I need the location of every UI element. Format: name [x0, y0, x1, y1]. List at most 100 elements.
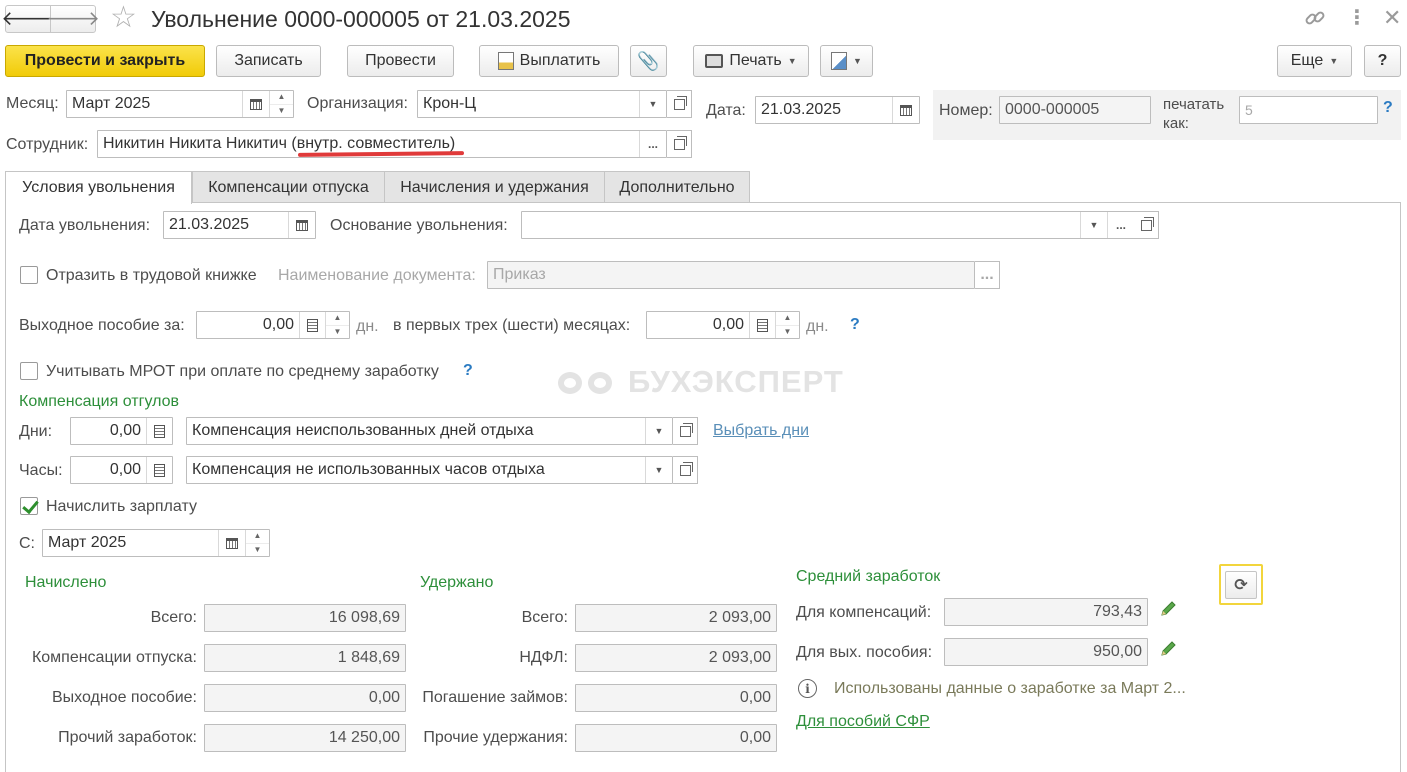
- dismissal-basis-open-button[interactable]: [1134, 211, 1159, 239]
- hours-type-open-button[interactable]: [673, 456, 698, 484]
- print-as-help-icon[interactable]: ?: [1383, 99, 1393, 117]
- workbook-checkbox[interactable]: [20, 266, 38, 284]
- select-days-link[interactable]: Выбрать дни: [713, 422, 809, 440]
- from-month-field[interactable]: Март 2025 ▲ ▼: [42, 529, 270, 557]
- calculator-button[interactable]: [146, 418, 172, 444]
- days-label: Дни:: [19, 423, 53, 440]
- accrue-salary-label[interactable]: Начислить зарплату: [46, 497, 197, 517]
- days-field[interactable]: 0,00: [70, 417, 173, 445]
- first-months-field[interactable]: 0,00 ▲ ▼: [646, 311, 800, 339]
- open-icon: [673, 95, 687, 110]
- employee-open-button[interactable]: [667, 130, 692, 158]
- date-field[interactable]: 21.03.2025: [755, 96, 920, 124]
- accrued-severance-label: Выходное пособие:: [51, 689, 197, 706]
- edit-sev-pencil-icon[interactable]: [1159, 638, 1179, 658]
- print-button[interactable]: Печать ▼: [693, 45, 809, 77]
- document-arrow-icon: [831, 52, 848, 70]
- tab-accruals-deductions[interactable]: Начисления и удержания: [384, 171, 605, 203]
- chevron-down-icon: ▼: [787, 56, 797, 66]
- calculator-button[interactable]: [749, 312, 775, 338]
- accrue-salary-checkbox[interactable]: [20, 497, 38, 515]
- select-button[interactable]: ...: [639, 131, 666, 157]
- organization-field[interactable]: Крон-Ц ▼: [417, 90, 667, 118]
- dismissal-date-field[interactable]: 21.03.2025: [163, 211, 316, 239]
- avg-comp-field: 793,43: [944, 598, 1148, 626]
- accrued-other-field: 14 250,00: [204, 724, 406, 752]
- organization-open-button[interactable]: [667, 90, 692, 118]
- date-label: Дата:: [706, 102, 746, 119]
- watermark-logo-icon: [556, 368, 618, 396]
- save-button[interactable]: Записать: [216, 45, 321, 77]
- open-icon: [1140, 216, 1154, 231]
- calendar-button[interactable]: [218, 530, 245, 556]
- document-coins-icon: [497, 52, 514, 70]
- select-button[interactable]: ...: [1107, 212, 1134, 238]
- calculator-icon: [757, 318, 768, 332]
- open-icon: [679, 461, 693, 476]
- chevron-down-icon: ▼: [853, 56, 862, 66]
- dropdown-button[interactable]: ▼: [1080, 212, 1107, 238]
- favorite-star-icon[interactable]: ☆: [110, 2, 137, 34]
- calendar-button[interactable]: [242, 91, 269, 117]
- post-button[interactable]: Провести: [347, 45, 454, 77]
- dropdown-button[interactable]: ▼: [639, 91, 666, 117]
- tab-vacation-compensation[interactable]: Компенсации отпуска: [192, 171, 385, 203]
- calculator-icon: [154, 424, 165, 438]
- calendar-button[interactable]: [288, 212, 315, 238]
- severance-help-icon[interactable]: ?: [850, 316, 860, 334]
- dismissal-basis-label: Основание увольнения:: [330, 217, 508, 234]
- mrot-checkbox[interactable]: [20, 362, 38, 380]
- back-button[interactable]: 🡐: [1, 5, 55, 33]
- tab-additional[interactable]: Дополнительно: [604, 171, 750, 203]
- paperclip-icon: 📎: [637, 50, 660, 71]
- calendar-button[interactable]: [892, 97, 919, 123]
- accrued-total-field: 16 098,69: [204, 604, 406, 632]
- edit-comp-pencil-icon[interactable]: [1159, 598, 1179, 618]
- create-based-on-button[interactable]: ▼: [820, 45, 873, 77]
- link-icon[interactable]: [1303, 6, 1327, 30]
- tab-dismissal-conditions[interactable]: Условия увольнения: [5, 171, 192, 204]
- month-field[interactable]: Март 2025 ▲ ▼: [66, 90, 294, 118]
- accrued-other-label: Прочий заработок:: [58, 729, 197, 746]
- doc-name-field: Приказ: [487, 261, 975, 289]
- days-type-open-button[interactable]: [673, 417, 698, 445]
- severance-spinner[interactable]: ▲ ▼: [325, 312, 349, 338]
- refresh-button[interactable]: ⟳: [1219, 564, 1263, 605]
- post-and-close-button[interactable]: Провести и закрыть: [5, 45, 205, 77]
- calculator-button[interactable]: [146, 457, 172, 483]
- calculator-button[interactable]: [299, 312, 325, 338]
- more-actions-button[interactable]: Еще ▼: [1277, 45, 1352, 77]
- hours-field[interactable]: 0,00: [70, 456, 173, 484]
- chevron-down-icon: ▼: [1329, 56, 1339, 66]
- accrued-severance-field: 0,00: [204, 684, 406, 712]
- chevron-down-icon: ▼: [648, 99, 658, 109]
- severance-field[interactable]: 0,00 ▲ ▼: [196, 311, 350, 339]
- mrot-label[interactable]: Учитывать МРОТ при оплате по среднему за…: [46, 362, 439, 382]
- dismissal-basis-field[interactable]: ▼ ...: [521, 211, 1135, 239]
- from-month-spinner[interactable]: ▲ ▼: [245, 530, 269, 556]
- more-vertical-icon[interactable]: ⋮: [1347, 6, 1367, 30]
- chevron-down-icon: ▼: [1089, 220, 1099, 230]
- calculator-icon: [307, 318, 318, 332]
- watermark: БУХЭКСПЕРТ: [556, 364, 844, 400]
- withheld-loans-field: 0,00: [575, 684, 777, 712]
- mrot-help-icon[interactable]: ?: [463, 362, 473, 380]
- close-icon[interactable]: ✕: [1383, 4, 1401, 32]
- help-button[interactable]: ?: [1364, 45, 1401, 77]
- dropdown-button[interactable]: ▼: [645, 457, 672, 483]
- sfr-benefits-link[interactable]: Для пособий СФР: [796, 713, 930, 731]
- month-spinner[interactable]: ▲ ▼: [269, 91, 293, 117]
- hours-label: Часы:: [19, 462, 63, 479]
- print-as-label-line2: как:: [1163, 115, 1189, 132]
- attach-button[interactable]: 📎: [630, 45, 667, 77]
- hours-type-field[interactable]: Компенсация не использованных часов отды…: [186, 456, 673, 484]
- workbook-label[interactable]: Отразить в трудовой книжке: [46, 266, 257, 286]
- days-type-field[interactable]: Компенсация неиспользованных дней отдыха…: [186, 417, 673, 445]
- avg-comp-label: Для компенсаций:: [796, 604, 932, 621]
- doc-name-select-button: ...: [975, 261, 1000, 289]
- first-months-spinner[interactable]: ▲ ▼: [775, 312, 799, 338]
- dropdown-button[interactable]: ▼: [645, 418, 672, 444]
- print-as-field[interactable]: 5: [1239, 96, 1378, 124]
- pay-button[interactable]: Выплатить: [479, 45, 619, 77]
- forward-button[interactable]: 🡒: [46, 5, 100, 33]
